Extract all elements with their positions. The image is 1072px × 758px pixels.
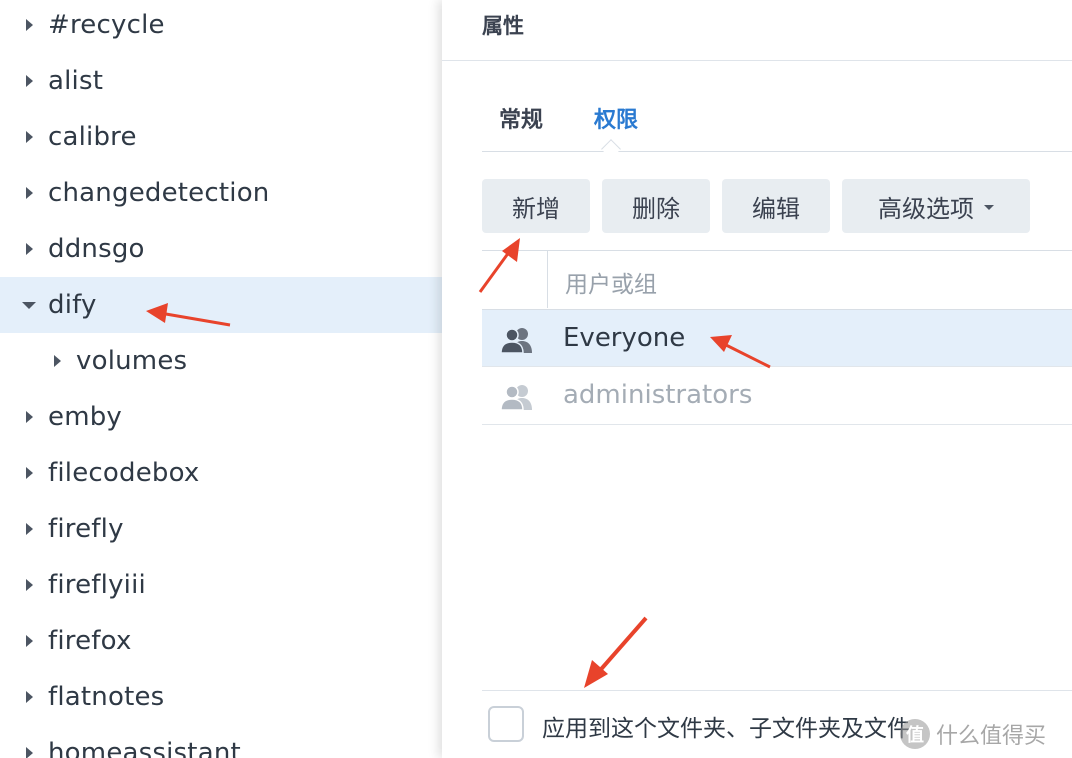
caret-right-icon[interactable] (24, 691, 34, 703)
tree-item[interactable]: filecodebox (0, 445, 442, 501)
tree-item-label: alist (48, 66, 104, 96)
caret-right-icon[interactable] (24, 243, 34, 255)
column-separator (547, 251, 548, 308)
tree-item-label: #recycle (48, 10, 165, 40)
tab-permissions[interactable]: 权限 (594, 102, 638, 134)
tab-bar: 常规 权限 (482, 90, 1072, 159)
tree-item-label: emby (48, 402, 123, 432)
tree-item[interactable]: firefox (0, 613, 442, 669)
tree-item-label: volumes (76, 346, 188, 376)
advanced-options-button[interactable]: 高级选项 (842, 179, 1030, 233)
add-button[interactable]: 新增 (482, 179, 590, 233)
delete-button[interactable]: 删除 (602, 179, 710, 233)
caret-right-icon[interactable] (24, 131, 34, 143)
tree-item-label: dify (48, 290, 97, 320)
apply-to-subfolders-checkbox[interactable] (488, 706, 524, 742)
tree-item[interactable]: ddnsgo (0, 221, 442, 277)
caret-right-icon[interactable] (24, 467, 34, 479)
tree-item[interactable]: volumes (0, 333, 442, 389)
apply-to-subfolders-label[interactable]: 应用到这个文件夹、子文件夹及文件 (542, 709, 910, 743)
dialog-title: 属性 (482, 14, 524, 38)
row-name: Everyone (563, 323, 686, 353)
tab-general[interactable]: 常规 (499, 102, 543, 134)
tree-item[interactable]: alist (0, 53, 442, 109)
tree-item[interactable]: flatnotes (0, 669, 442, 725)
edit-button-label: 编辑 (752, 194, 800, 223)
tree-item-label: calibre (48, 122, 137, 152)
add-button-label: 新增 (512, 194, 560, 223)
caret-right-icon[interactable] (24, 187, 34, 199)
tree-item-label: firefox (48, 626, 132, 656)
caret-right-icon[interactable] (24, 747, 34, 758)
column-header: 用户或组 (482, 251, 1072, 308)
folder-tree: #recycle alist calibre changedetection ddnsg… (0, 0, 442, 758)
watermark: 值 什么值得买 (900, 714, 1046, 754)
table-row[interactable]: Everyone (482, 309, 1072, 367)
tree-item[interactable]: fireflyiii (0, 557, 442, 613)
caret-right-icon[interactable] (24, 579, 34, 591)
tree-item-label: firefly (48, 514, 124, 544)
caret-right-icon[interactable] (24, 19, 34, 31)
tree-item-label: homeassistant (48, 738, 241, 758)
watermark-badge: 值 (900, 719, 930, 749)
chevron-down-icon (984, 205, 994, 210)
column-header-user-or-group[interactable]: 用户或组 (565, 265, 657, 299)
delete-button-label: 删除 (632, 194, 680, 223)
user-group-icon (500, 328, 532, 353)
caret-right-icon[interactable] (24, 523, 34, 535)
caret-right-icon[interactable] (24, 635, 34, 647)
table-row[interactable]: administrators (482, 367, 1072, 425)
tree-item-label: flatnotes (48, 682, 165, 712)
user-group-icon (500, 385, 532, 410)
active-tab-indicator (601, 139, 621, 159)
edit-button[interactable]: 编辑 (722, 179, 830, 233)
watermark-text: 什么值得买 (936, 724, 1047, 749)
tree-item-label: filecodebox (48, 458, 200, 488)
advanced-options-label: 高级选项 (878, 194, 974, 223)
title-divider (442, 60, 1072, 61)
tree-item[interactable]: homeassistant (0, 725, 442, 758)
properties-dialog: 属性 常规 权限 新增 删除 编辑 高级选项 用户或组 Everyone adm… (442, 0, 1072, 758)
caret-right-icon[interactable] (24, 411, 34, 423)
caret-right-icon[interactable] (52, 355, 62, 367)
tree-item-label: changedetection (48, 178, 270, 208)
tree-item[interactable]: dify (0, 277, 442, 333)
tree-item[interactable]: changedetection (0, 165, 442, 221)
tree-item[interactable]: emby (0, 389, 442, 445)
row-name: administrators (563, 380, 753, 410)
tree-item-label: fireflyiii (48, 570, 146, 600)
tree-item[interactable]: firefly (0, 501, 442, 557)
footer-divider (482, 690, 1072, 691)
tree-item[interactable]: calibre (0, 109, 442, 165)
tree-item[interactable]: #recycle (0, 0, 442, 53)
caret-down-icon[interactable] (22, 299, 36, 311)
caret-right-icon[interactable] (24, 75, 34, 87)
tree-item-label: ddnsgo (48, 234, 145, 264)
